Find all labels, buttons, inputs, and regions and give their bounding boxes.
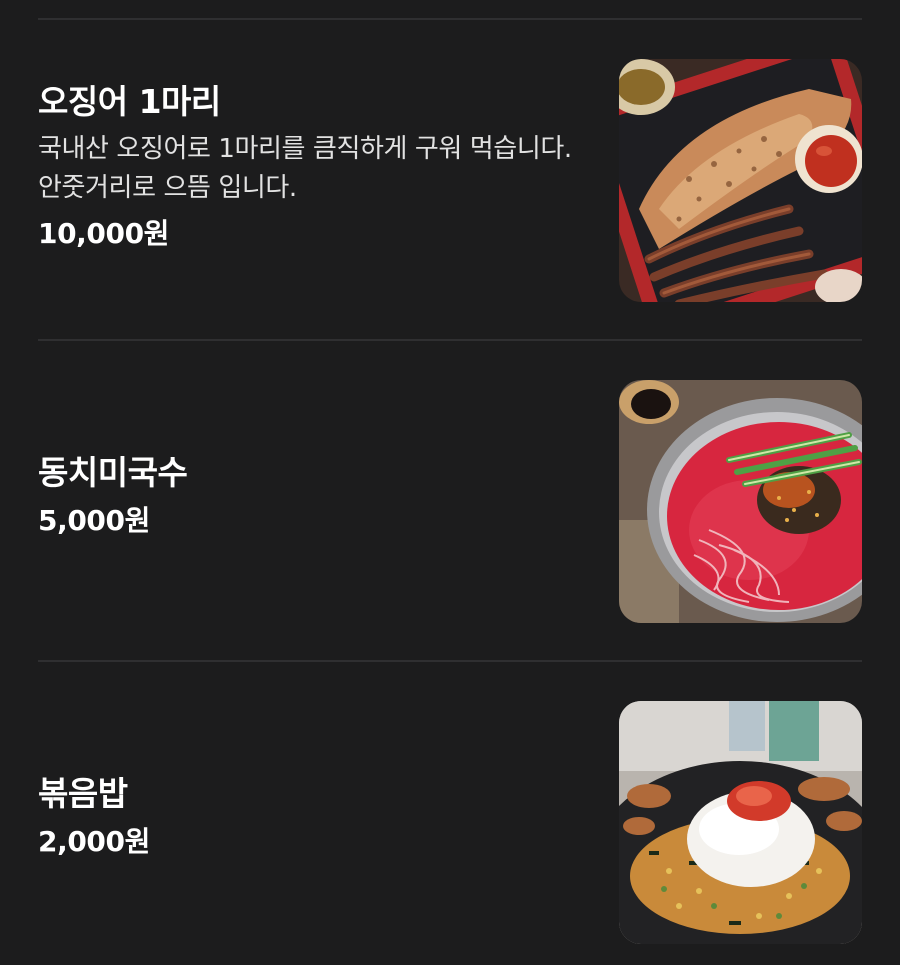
divider	[38, 660, 862, 662]
cold-noodle-soup-photo[interactable]	[619, 380, 862, 623]
menu-item-name: 볶음밥	[38, 774, 128, 813]
menu-item-naengmyeon[interactable]: 동치미국수 5,000원	[38, 380, 862, 624]
menu-item-text: 볶음밥 2,000원	[38, 772, 578, 862]
menu-item-name: 오징어 1마리	[38, 82, 221, 121]
menu-list: 오징어 1마리 국내산 오징어로 1마리를 큼직하게 구워 먹습니다. 안줏거리…	[38, 0, 862, 965]
fried-rice-photo[interactable]	[619, 701, 862, 944]
menu-item-squid[interactable]: 오징어 1마리 국내산 오징어로 1마리를 큼직하게 구워 먹습니다. 안줏거리…	[38, 59, 862, 303]
menu-item-name: 동치미국수	[38, 453, 188, 492]
fried-rice-image	[619, 701, 862, 944]
menu-item-text: 오징어 1마리 국내산 오징어로 1마리를 큼직하게 구워 먹습니다. 안줏거리…	[38, 80, 578, 254]
menu-item-description: 국내산 오징어로 1마리를 큼직하게 구워 먹습니다. 안줏거리로 으뜸 입니다…	[38, 134, 572, 203]
menu-item-text: 동치미국수 5,000원	[38, 451, 578, 541]
cold-noodle-soup-image	[619, 380, 862, 623]
menu-item-price: 10,000원	[38, 217, 170, 250]
grilled-squid-image	[619, 59, 862, 302]
divider	[38, 18, 862, 20]
menu-item-price: 2,000원	[38, 825, 150, 858]
divider	[38, 339, 862, 341]
menu-item-fried-rice[interactable]: 볶음밥 2,000원	[38, 701, 862, 945]
menu-item-price: 5,000원	[38, 504, 150, 537]
grilled-squid-photo[interactable]	[619, 59, 862, 302]
